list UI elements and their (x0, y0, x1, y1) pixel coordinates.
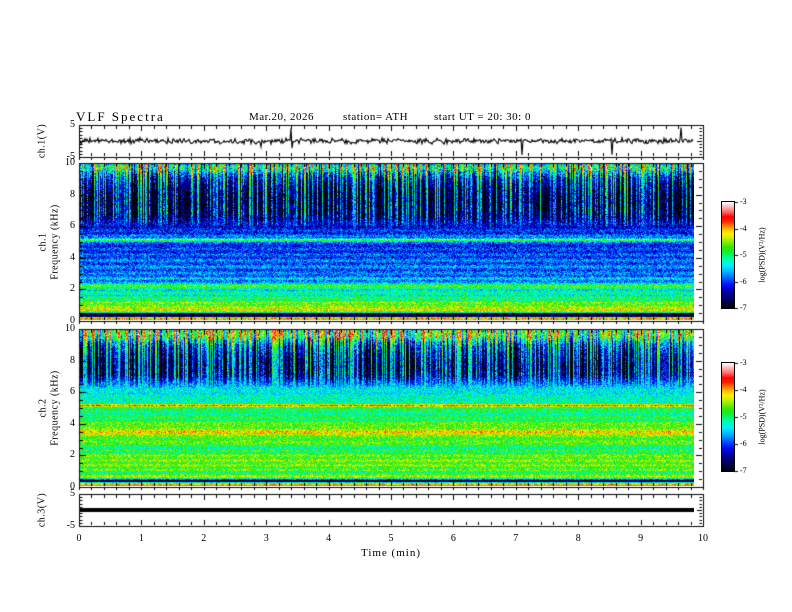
y-tick-label: 5 (70, 119, 75, 130)
y-tick-label: 4 (70, 417, 75, 429)
plot-station: station= ATH (343, 111, 409, 123)
y-tick-label: 6 (70, 386, 75, 398)
colorbar-tick-label: -5 (740, 412, 747, 421)
y-tick-label: 10 (65, 323, 75, 334)
y-tick-label: 8 (70, 188, 75, 200)
x-tick-label: 9 (638, 533, 644, 544)
ch1-spectrogram-canvas (80, 164, 694, 320)
colorbar2-unit-label: log(PSD)(V²/Hz) (757, 389, 767, 445)
colorbar-tick-label: -3 (740, 358, 747, 367)
colorbar-tick-label: -6 (740, 439, 747, 448)
colorbar-ch1 (721, 201, 735, 309)
x-tick-label: 0 (76, 533, 82, 544)
ch3-waveform-canvas (80, 495, 694, 525)
colorbar-tick-label: -7 (740, 303, 747, 312)
y-tick-label: 4 (70, 251, 75, 263)
ch1-waveform-canvas (80, 126, 694, 156)
x-tick-label: 2 (201, 533, 207, 544)
x-tick-label: 1 (138, 533, 144, 544)
ch1-spec-channel-label: ch.1 (37, 232, 49, 252)
y-tick-label: 6 (70, 220, 75, 232)
y-tick-label: 10 (65, 157, 75, 168)
colorbar-tick-label: -7 (740, 466, 747, 475)
x-tick-label: 7 (513, 533, 519, 544)
colorbar-ch2 (721, 362, 735, 472)
y-tick-label: 2 (70, 449, 75, 461)
y-tick-label: 8 (70, 354, 75, 366)
ch2-spec-channel-label: ch.2 (37, 398, 49, 418)
colorbar-tick-label: -6 (740, 276, 747, 286)
plot-date: Mar.20, 2026 (249, 111, 314, 123)
vlf-spectra-figure: VLF Spectra Mar.20, 2026 station= ATH st… (0, 0, 792, 612)
x-tick-label: 5 (388, 533, 394, 544)
y-tick-label: 0 (70, 481, 75, 492)
colorbar-tick-label: -4 (740, 385, 747, 394)
ch2-frequency-axis-label: Frequency (kHz) (49, 370, 61, 446)
x-tick-label: 4 (326, 533, 332, 544)
colorbar-tick-label: -3 (740, 197, 747, 206)
plot-start-time: start UT = 20: 30: 0 (434, 111, 531, 123)
x-tick-label: 8 (575, 533, 581, 544)
ch2-spectrogram-canvas (80, 330, 694, 486)
x-tick-label: 10 (698, 533, 708, 544)
time-axis-title: Time (min) (360, 547, 421, 559)
y-tick-label: 2 (70, 283, 75, 295)
x-tick-label: 6 (450, 533, 456, 544)
colorbar-tick-label: -5 (740, 250, 747, 259)
ch1-frequency-axis-label: Frequency (kHz) (49, 204, 61, 280)
x-tick-label: 3 (263, 533, 269, 544)
colorbar-tick-label: -4 (740, 223, 747, 233)
plot-title: VLF Spectra (76, 109, 165, 124)
y-tick-label: -5 (66, 520, 75, 531)
colorbar1-unit-label: log(PSD)(V²/Hz) (757, 227, 767, 283)
